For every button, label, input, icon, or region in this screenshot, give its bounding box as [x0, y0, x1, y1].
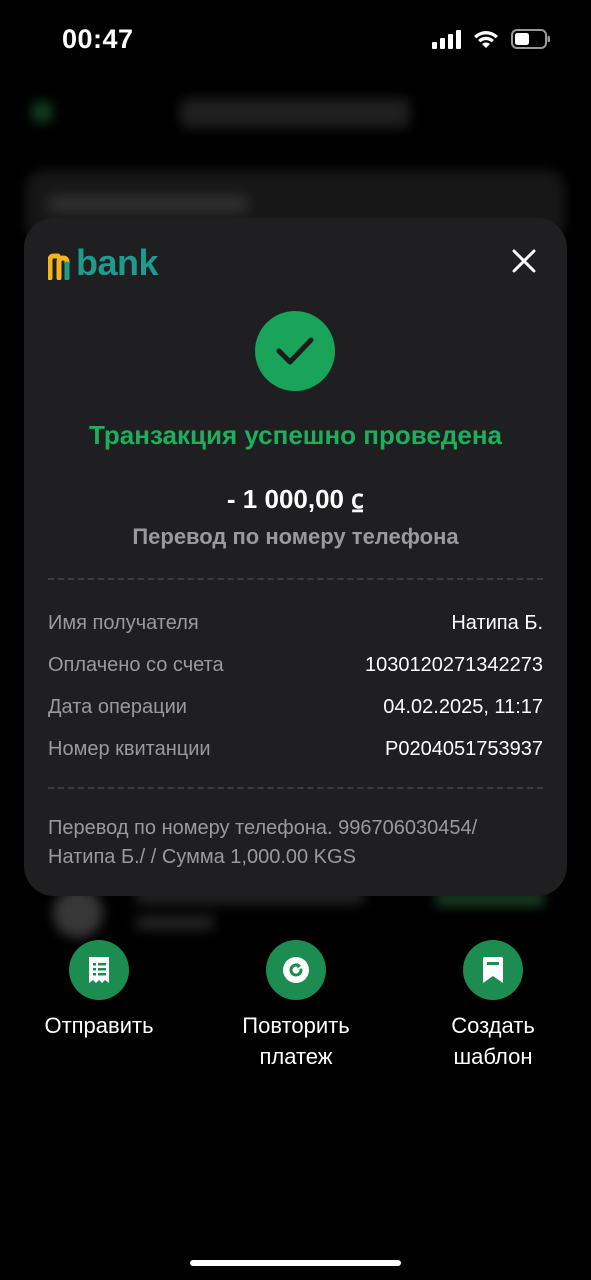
detail-label: Оплачено со счета: [48, 653, 224, 676]
check-circle-icon: [255, 311, 335, 391]
detail-value: Натипа Б.: [451, 611, 543, 634]
detail-row-date: Дата операции 04.02.2025, 11:17: [48, 686, 543, 728]
screen: 00:47 bank Транзакция успешно проведена …: [0, 0, 591, 1280]
detail-label: Дата операции: [48, 695, 187, 718]
repeat-payment-label-line-2: платеж: [259, 1044, 333, 1069]
close-icon: [512, 249, 536, 273]
send-receipt-button[interactable]: Отправить: [34, 940, 164, 1041]
close-button[interactable]: [511, 248, 537, 274]
repeat-payment-button[interactable]: Повторить платеж: [222, 940, 370, 1072]
success-title: Транзакция успешно проведена: [89, 420, 502, 450]
background-row-subtitle: [135, 916, 215, 930]
detail-value: P0204051753937: [385, 737, 543, 760]
create-template-button[interactable]: Создать шаблон: [428, 940, 558, 1072]
payment-description-line-2: Натипа Б./ / Сумма 1,000.00 KGS: [48, 846, 356, 868]
repeat-payment-label-line-1: Повторить: [242, 1013, 350, 1038]
transaction-details: Имя получателя Натипа Б. Оплачено со сче…: [48, 602, 543, 770]
status-bar: 00:47: [0, 0, 591, 80]
mbank-logo: bank: [47, 242, 159, 283]
transaction-receipt-modal: bank Транзакция успешно проведена - 1 00…: [24, 218, 567, 896]
repeat-payment-label: Повторить платеж: [222, 1010, 370, 1072]
background-back-button: [32, 102, 52, 122]
detail-row-receipt-number: Номер квитанции P0204051753937: [48, 728, 543, 770]
detail-value: 1030120271342273: [365, 653, 543, 676]
detail-row-recipient: Имя получателя Натипа Б.: [48, 602, 543, 644]
background-search-text: [48, 195, 248, 213]
detail-value: 04.02.2025, 11:17: [383, 695, 543, 718]
payment-description: Перевод по номеру телефона. 996706030454…: [48, 814, 548, 872]
home-indicator[interactable]: [190, 1260, 401, 1266]
create-template-label-line-2: шаблон: [453, 1044, 533, 1069]
send-receipt-label: Отправить: [44, 1013, 154, 1038]
battery-icon: [511, 28, 551, 50]
create-template-label-line-1: Создать: [451, 1013, 535, 1038]
dashed-divider-top: [48, 578, 543, 580]
repeat-icon: [266, 940, 326, 1000]
detail-label: Номер квитанции: [48, 737, 211, 760]
receipt-icon: [69, 940, 129, 1000]
background-title: [180, 98, 410, 128]
bookmark-icon: [463, 940, 523, 1000]
status-time: 00:47: [62, 24, 134, 54]
transaction-amount: - 1 000,00 ⃀: [226, 484, 365, 514]
action-bar: Отправить Повторить платеж Создать шабло…: [0, 940, 591, 1080]
detail-row-account: Оплачено со счета 1030120271342273: [48, 644, 543, 686]
mbank-logo-text: bank: [76, 242, 159, 283]
create-template-label: Создать шаблон: [428, 1010, 558, 1072]
cellular-signal-icon: [432, 29, 461, 49]
dashed-divider-bottom: [48, 787, 543, 789]
transaction-type: Перевод по номеру телефона: [132, 524, 459, 549]
wifi-icon: [473, 29, 499, 49]
mbank-logo-mark-icon: [47, 250, 74, 281]
payment-description-line-1: Перевод по номеру телефона. 996706030454…: [48, 817, 478, 839]
status-icons: [432, 28, 551, 50]
detail-label: Имя получателя: [48, 611, 199, 634]
